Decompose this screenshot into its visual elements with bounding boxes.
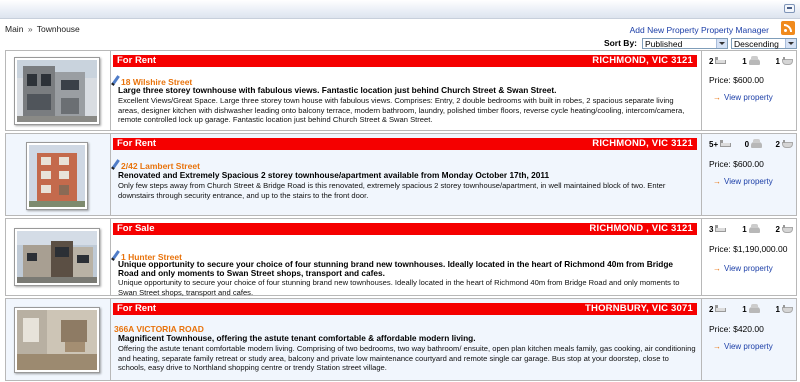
breadcrumb-current: Townhouse xyxy=(36,24,80,34)
listing-price: Price: $420.00 xyxy=(709,324,764,334)
property-listing: For Rent THORNBURY, VIC 3071 366A VICTOR… xyxy=(5,298,797,381)
breadcrumb: Main » Townhouse xyxy=(5,24,80,34)
bath-icon xyxy=(782,139,793,148)
listing-details: 2 1 1 Price: $600.00 → View property xyxy=(701,51,797,130)
thumbnail-cell xyxy=(6,134,111,215)
bathroom-count: 1 xyxy=(775,305,780,314)
listing-description: Unique opportunity to secure your choice… xyxy=(118,278,680,297)
add-new-property-link[interactable]: Add New Property xyxy=(630,25,699,35)
listing-headline: Magnificent Townhouse, offering the astu… xyxy=(118,333,476,343)
listing-description: Excellent Views/Great Space. Large three… xyxy=(118,96,685,124)
bedroom-count: 5+ xyxy=(709,140,719,149)
sort-field-select[interactable]: Published xyxy=(642,37,728,49)
car-count: 1 xyxy=(742,305,747,314)
sort-order-value: Descending xyxy=(734,38,779,49)
sort-controls: Sort By: Published Descending xyxy=(604,37,797,49)
listing-type: For Rent xyxy=(117,138,157,149)
property-photo[interactable] xyxy=(26,142,88,210)
sort-field-value: Published xyxy=(645,38,683,49)
view-property-link[interactable]: → View property xyxy=(713,93,773,102)
thumbnail-cell xyxy=(6,219,111,295)
listing-description: Offering the astute tenant comfortable m… xyxy=(118,344,696,372)
bed-icon xyxy=(715,56,727,64)
breadcrumb-separator: » xyxy=(27,24,33,34)
listing-details: 2 1 1 Price: $420.00 → View property xyxy=(701,299,797,380)
bed-icon xyxy=(720,139,732,147)
car-count: 1 xyxy=(742,57,747,66)
listing-banner: For Rent THORNBURY, VIC 3071 xyxy=(113,303,697,315)
car-icon xyxy=(748,223,760,233)
car-count: 0 xyxy=(744,140,750,149)
property-listing: For Rent RICHMOND, VIC 3121 2/42 Lambert… xyxy=(5,133,797,216)
bedroom-count: 2 xyxy=(709,305,714,314)
chevron-down-icon xyxy=(785,38,796,48)
arrow-right-icon: → xyxy=(713,93,721,102)
listing-type: For Rent xyxy=(117,55,157,66)
listing-headline: Unique opportunity to secure your choice… xyxy=(118,259,674,278)
listing-price: Price: $600.00 xyxy=(709,159,764,169)
listing-banner: For Rent RICHMOND, VIC 3121 xyxy=(113,55,697,67)
bath-icon xyxy=(781,56,793,65)
listing-location: RICHMOND , VIC 3121 xyxy=(589,223,693,234)
rss-icon[interactable] xyxy=(781,21,795,35)
thumbnail-cell xyxy=(6,51,111,130)
top-toolbar xyxy=(0,0,800,19)
thumbnail-cell xyxy=(6,299,111,380)
view-property-link[interactable]: → View property xyxy=(713,342,773,351)
bedroom-count: 3 xyxy=(709,225,714,234)
listing-location: RICHMOND, VIC 3121 xyxy=(592,138,693,149)
car-icon xyxy=(751,138,763,148)
property-manager-link[interactable]: Property Manager xyxy=(701,25,769,35)
listing-price: Price: $600.00 xyxy=(709,75,764,85)
listing-banner: For Rent RICHMOND, VIC 3121 xyxy=(113,138,697,150)
feature-icons: 2 1 1 xyxy=(709,303,793,314)
arrow-right-icon: → xyxy=(713,177,721,186)
view-property-label: View property xyxy=(724,93,773,102)
listing-banner: For Sale RICHMOND , VIC 3121 xyxy=(113,223,697,235)
bath-icon xyxy=(781,304,793,313)
sort-order-select[interactable]: Descending xyxy=(731,37,797,49)
view-property-label: View property xyxy=(724,177,773,186)
property-photo[interactable] xyxy=(14,57,100,125)
view-property-label: View property xyxy=(724,342,773,351)
car-icon xyxy=(748,55,760,65)
listing-details: 5+ 0 2 Price: $600.00 → View property xyxy=(701,134,797,215)
collapse-button[interactable] xyxy=(784,4,795,13)
listing-location: THORNBURY, VIC 3071 xyxy=(585,303,693,314)
arrow-right-icon: → xyxy=(713,342,721,351)
listing-details: 3 1 2 Price: $1,190,000.00 → View propert… xyxy=(701,219,797,295)
property-photo[interactable] xyxy=(14,228,100,286)
property-listing: For Sale RICHMOND , VIC 3121 1 Hunter St… xyxy=(5,218,797,297)
car-count: 1 xyxy=(742,225,747,234)
listing-headline: Large three storey townhouse with fabulo… xyxy=(118,85,557,95)
listing-type: For Sale xyxy=(117,223,155,234)
bedroom-count: 2 xyxy=(709,57,714,66)
bed-icon xyxy=(715,304,727,312)
feature-icons: 3 1 2 xyxy=(709,223,793,234)
breadcrumb-root[interactable]: Main xyxy=(5,24,23,34)
listing-location: RICHMOND, VIC 3121 xyxy=(592,55,693,66)
edit-pencil-icon[interactable] xyxy=(111,159,120,170)
listing-headline: Renovated and Extremely Spacious 2 store… xyxy=(118,170,550,180)
arrow-right-icon: → xyxy=(713,264,721,273)
chevron-down-icon xyxy=(716,38,727,48)
listing-description: Only few steps away from Church Street &… xyxy=(118,181,666,200)
bath-icon xyxy=(781,224,793,233)
property-links: Add New Property Property Manager xyxy=(630,25,769,35)
property-listing: For Rent RICHMOND, VIC 3121 18 Wilshire … xyxy=(5,50,797,131)
listing-type: For Rent xyxy=(117,303,157,314)
listing-price: Price: $1,190,000.00 xyxy=(709,244,788,254)
bathroom-count: 2 xyxy=(775,225,780,234)
bathroom-count: 2 xyxy=(775,140,780,149)
bathroom-count: 1 xyxy=(775,57,780,66)
view-property-link[interactable]: → View property xyxy=(713,264,773,273)
sort-label: Sort By: xyxy=(603,38,637,48)
property-photo[interactable] xyxy=(14,307,100,373)
car-icon xyxy=(748,303,760,313)
feature-icons: 5+ 0 2 xyxy=(709,138,793,149)
view-property-link[interactable]: → View property xyxy=(713,177,773,186)
bed-icon xyxy=(715,224,727,232)
view-property-label: View property xyxy=(724,264,773,273)
feature-icons: 2 1 1 xyxy=(709,55,793,66)
